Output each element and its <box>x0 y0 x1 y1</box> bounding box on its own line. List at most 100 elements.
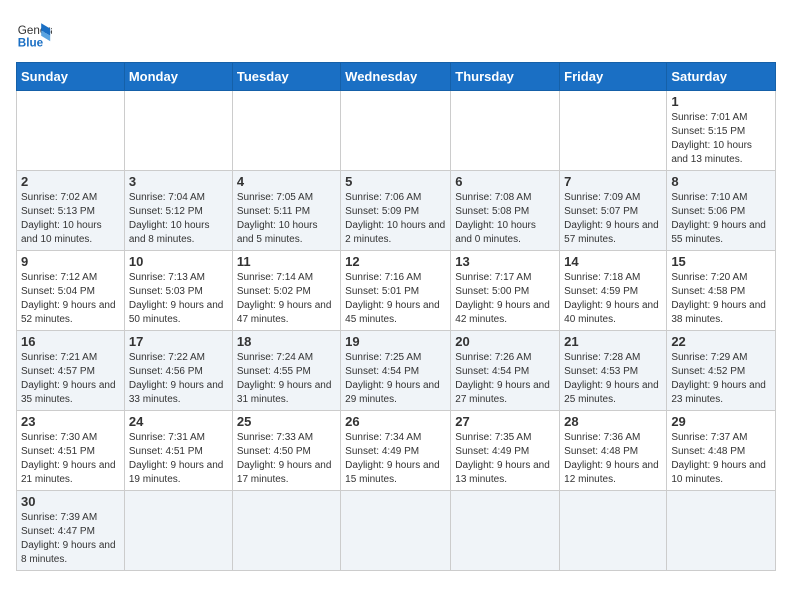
day-number: 24 <box>129 414 228 429</box>
calendar-cell: 18 Sunrise: 7:24 AM Sunset: 4:55 PM Dayli… <box>232 331 340 411</box>
day-info: Sunrise: 7:17 AM Sunset: 5:00 PM Dayligh… <box>455 271 555 327</box>
calendar-week-3: 9 Sunrise: 7:12 AM Sunset: 5:04 PM Daylig… <box>17 251 776 331</box>
calendar-cell: 22 Sunrise: 7:29 AM Sunset: 4:52 PM Dayli… <box>667 331 776 411</box>
calendar-cell: 2 Sunrise: 7:02 AM Sunset: 5:13 PM Daylig… <box>17 171 125 251</box>
day-info: Sunrise: 7:18 AM Sunset: 4:59 PM Dayligh… <box>564 271 662 327</box>
calendar-cell: 23 Sunrise: 7:30 AM Sunset: 4:51 PM Dayli… <box>17 411 125 491</box>
calendar-cell <box>232 91 340 171</box>
calendar-cell <box>560 491 667 571</box>
day-number: 9 <box>21 254 120 269</box>
day-info: Sunrise: 7:02 AM Sunset: 5:13 PM Dayligh… <box>21 191 120 247</box>
calendar-cell: 29Sunrise: 7:37 AM Sunset: 4:48 PM Dayli… <box>667 411 776 491</box>
day-info: Sunrise: 7:24 AM Sunset: 4:55 PM Dayligh… <box>237 351 336 407</box>
day-info: Sunrise: 7:05 AM Sunset: 5:11 PM Dayligh… <box>237 191 336 247</box>
calendar-cell: 4 Sunrise: 7:05 AM Sunset: 5:11 PM Daylig… <box>232 171 340 251</box>
day-number: 20 <box>455 334 555 349</box>
calendar-cell: 12 Sunrise: 7:16 AM Sunset: 5:01 PM Dayli… <box>341 251 451 331</box>
calendar-header-row: SundayMondayTuesdayWednesdayThursdayFrid… <box>17 63 776 91</box>
day-number: 12 <box>345 254 446 269</box>
day-number: 13 <box>455 254 555 269</box>
day-number: 22 <box>671 334 771 349</box>
calendar-week-5: 23 Sunrise: 7:30 AM Sunset: 4:51 PM Dayli… <box>17 411 776 491</box>
day-info: Sunrise: 7:21 AM Sunset: 4:57 PM Dayligh… <box>21 351 120 407</box>
day-info: Sunrise: 7:20 AM Sunset: 4:58 PM Dayligh… <box>671 271 771 327</box>
calendar-cell: 5 Sunrise: 7:06 AM Sunset: 5:09 PM Daylig… <box>341 171 451 251</box>
day-number: 30 <box>21 494 120 509</box>
day-info: Sunrise: 7:39 AM Sunset: 4:47 PM Dayligh… <box>21 511 120 567</box>
day-info: Sunrise: 7:34 AM Sunset: 4:49 PM Dayligh… <box>345 431 446 487</box>
day-info: Sunrise: 7:09 AM Sunset: 5:07 PM Dayligh… <box>564 191 662 247</box>
day-number: 10 <box>129 254 228 269</box>
day-number: 8 <box>671 174 771 189</box>
calendar-week-1: 1Sunrise: 7:01 AM Sunset: 5:15 PM Daylig… <box>17 91 776 171</box>
day-number: 29 <box>671 414 771 429</box>
calendar-cell: 13 Sunrise: 7:17 AM Sunset: 5:00 PM Dayli… <box>451 251 560 331</box>
weekday-header-tuesday: Tuesday <box>232 63 340 91</box>
day-number: 16 <box>21 334 120 349</box>
day-info: Sunrise: 7:01 AM Sunset: 5:15 PM Dayligh… <box>671 111 771 167</box>
calendar-cell: 21Sunrise: 7:28 AM Sunset: 4:53 PM Dayli… <box>560 331 667 411</box>
day-number: 7 <box>564 174 662 189</box>
calendar-cell <box>341 91 451 171</box>
calendar-cell <box>451 91 560 171</box>
calendar-week-2: 2 Sunrise: 7:02 AM Sunset: 5:13 PM Daylig… <box>17 171 776 251</box>
day-number: 17 <box>129 334 228 349</box>
day-number: 26 <box>345 414 446 429</box>
calendar-cell: 24 Sunrise: 7:31 AM Sunset: 4:51 PM Dayli… <box>124 411 232 491</box>
day-number: 4 <box>237 174 336 189</box>
day-info: Sunrise: 7:26 AM Sunset: 4:54 PM Dayligh… <box>455 351 555 407</box>
calendar-cell: 11 Sunrise: 7:14 AM Sunset: 5:02 PM Dayli… <box>232 251 340 331</box>
logo: General Blue <box>16 16 52 52</box>
calendar-cell <box>451 491 560 571</box>
day-info: Sunrise: 7:13 AM Sunset: 5:03 PM Dayligh… <box>129 271 228 327</box>
calendar-cell: 10 Sunrise: 7:13 AM Sunset: 5:03 PM Dayli… <box>124 251 232 331</box>
day-number: 2 <box>21 174 120 189</box>
day-number: 5 <box>345 174 446 189</box>
calendar-cell <box>124 491 232 571</box>
day-info: Sunrise: 7:22 AM Sunset: 4:56 PM Dayligh… <box>129 351 228 407</box>
calendar-cell: 8Sunrise: 7:10 AM Sunset: 5:06 PM Daylig… <box>667 171 776 251</box>
calendar-cell: 19Sunrise: 7:25 AM Sunset: 4:54 PM Dayli… <box>341 331 451 411</box>
calendar-table: SundayMondayTuesdayWednesdayThursdayFrid… <box>16 62 776 571</box>
weekday-header-thursday: Thursday <box>451 63 560 91</box>
day-number: 25 <box>237 414 336 429</box>
calendar-cell: 9 Sunrise: 7:12 AM Sunset: 5:04 PM Daylig… <box>17 251 125 331</box>
day-info: Sunrise: 7:30 AM Sunset: 4:51 PM Dayligh… <box>21 431 120 487</box>
day-info: Sunrise: 7:29 AM Sunset: 4:52 PM Dayligh… <box>671 351 771 407</box>
day-info: Sunrise: 7:16 AM Sunset: 5:01 PM Dayligh… <box>345 271 446 327</box>
day-number: 19 <box>345 334 446 349</box>
day-info: Sunrise: 7:28 AM Sunset: 4:53 PM Dayligh… <box>564 351 662 407</box>
calendar-cell: 3Sunrise: 7:04 AM Sunset: 5:12 PM Daylig… <box>124 171 232 251</box>
calendar-cell <box>124 91 232 171</box>
day-info: Sunrise: 7:14 AM Sunset: 5:02 PM Dayligh… <box>237 271 336 327</box>
calendar-cell: 28 Sunrise: 7:36 AM Sunset: 4:48 PM Dayli… <box>560 411 667 491</box>
calendar-week-6: 30 Sunrise: 7:39 AM Sunset: 4:47 PM Dayli… <box>17 491 776 571</box>
day-number: 28 <box>564 414 662 429</box>
weekday-header-saturday: Saturday <box>667 63 776 91</box>
day-number: 11 <box>237 254 336 269</box>
day-info: Sunrise: 7:35 AM Sunset: 4:49 PM Dayligh… <box>455 431 555 487</box>
day-info: Sunrise: 7:12 AM Sunset: 5:04 PM Dayligh… <box>21 271 120 327</box>
day-info: Sunrise: 7:04 AM Sunset: 5:12 PM Dayligh… <box>129 191 228 247</box>
weekday-header-wednesday: Wednesday <box>341 63 451 91</box>
calendar-cell: 17 Sunrise: 7:22 AM Sunset: 4:56 PM Dayli… <box>124 331 232 411</box>
day-number: 15 <box>671 254 771 269</box>
day-number: 14 <box>564 254 662 269</box>
calendar-cell: 20 Sunrise: 7:26 AM Sunset: 4:54 PM Dayli… <box>451 331 560 411</box>
day-info: Sunrise: 7:06 AM Sunset: 5:09 PM Dayligh… <box>345 191 446 247</box>
day-number: 23 <box>21 414 120 429</box>
calendar-cell <box>17 91 125 171</box>
day-info: Sunrise: 7:33 AM Sunset: 4:50 PM Dayligh… <box>237 431 336 487</box>
page-header: General Blue <box>16 16 776 52</box>
calendar-cell: 7 Sunrise: 7:09 AM Sunset: 5:07 PM Daylig… <box>560 171 667 251</box>
weekday-header-friday: Friday <box>560 63 667 91</box>
calendar-cell: 15 Sunrise: 7:20 AM Sunset: 4:58 PM Dayli… <box>667 251 776 331</box>
weekday-header-sunday: Sunday <box>17 63 125 91</box>
calendar-cell: 14 Sunrise: 7:18 AM Sunset: 4:59 PM Dayli… <box>560 251 667 331</box>
weekday-header-monday: Monday <box>124 63 232 91</box>
calendar-cell <box>341 491 451 571</box>
day-number: 18 <box>237 334 336 349</box>
day-info: Sunrise: 7:31 AM Sunset: 4:51 PM Dayligh… <box>129 431 228 487</box>
day-info: Sunrise: 7:36 AM Sunset: 4:48 PM Dayligh… <box>564 431 662 487</box>
day-number: 27 <box>455 414 555 429</box>
